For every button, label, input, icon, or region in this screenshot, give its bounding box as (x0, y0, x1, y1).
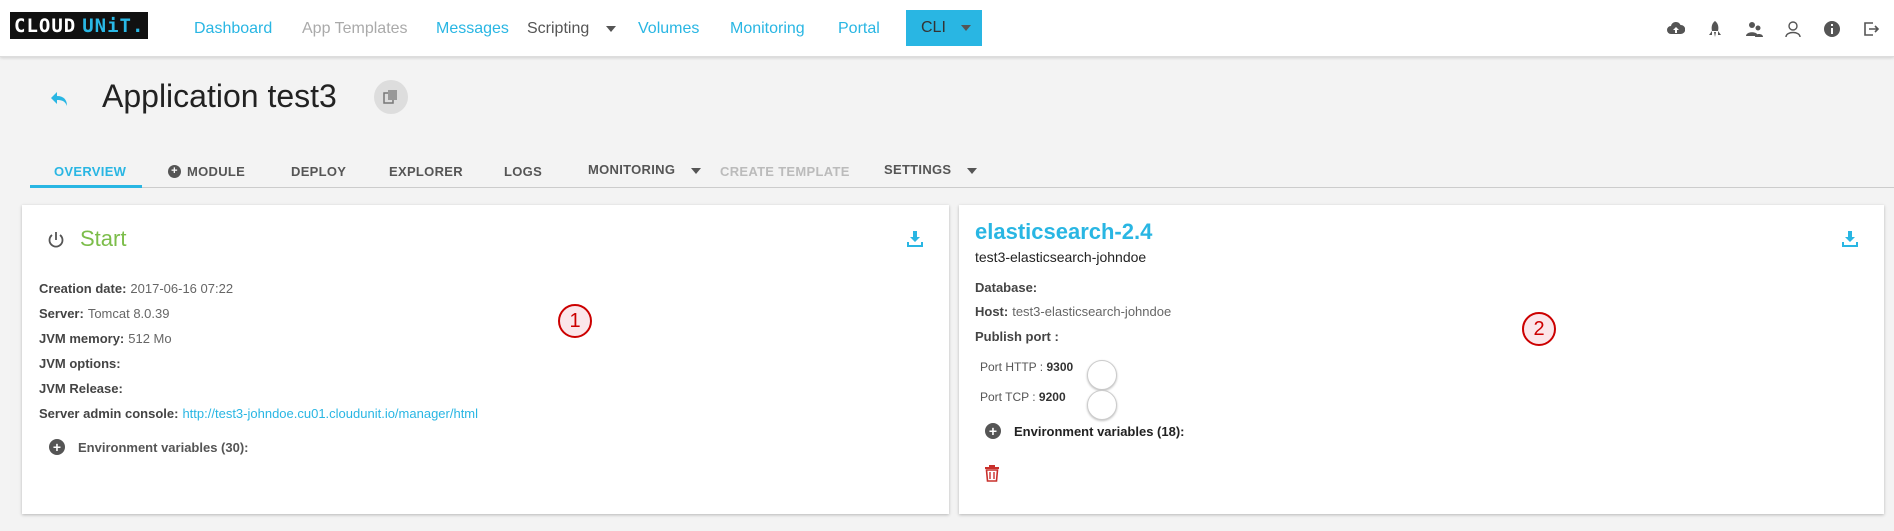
annotation-marker-1: 1 (558, 304, 592, 338)
tab-deploy[interactable]: DEPLOY (291, 164, 346, 179)
active-tab-indicator (30, 185, 142, 188)
jvm-release-row: JVM Release: (39, 381, 123, 396)
plus-circle-icon: + (168, 165, 181, 178)
cloud-upload-icon[interactable] (1667, 20, 1685, 38)
tab-module[interactable]: + MODULE (168, 164, 245, 179)
database-row: Database: (975, 280, 1038, 295)
download-icon[interactable] (906, 230, 924, 248)
info-icon[interactable] (1823, 20, 1841, 38)
server-status: Start (80, 226, 127, 251)
power-icon[interactable] (47, 231, 65, 249)
creation-date-row: Creation date: 2017-06-16 07:22 (39, 281, 234, 296)
tab-monitoring[interactable]: MONITORING (588, 162, 702, 177)
tab-settings[interactable]: SETTINGS (884, 162, 978, 177)
rocket-icon[interactable] (1706, 20, 1724, 38)
tab-bar: OVERVIEW + MODULE DEPLOY EXPLORER LOGS M… (30, 158, 1894, 188)
nav-monitoring[interactable]: Monitoring (730, 0, 805, 57)
chevron-down-icon (606, 25, 617, 32)
port-tcp-row: Port TCP : 9200 (980, 390, 1066, 404)
port-http-row: Port HTTP : 9300 (980, 360, 1074, 374)
module-container-name: test3-elasticsearch-johndoe (975, 249, 1147, 265)
publish-port-row: Publish port : (975, 329, 1059, 344)
jvm-memory-row: JVM memory: 512 Mo (39, 331, 172, 346)
users-icon[interactable] (1745, 20, 1763, 38)
admin-console-link[interactable]: http://test3-johndoe.cu01.cloudunit.io/m… (182, 406, 478, 421)
chevron-down-icon (967, 167, 978, 174)
annotation-marker-2: 2 (1522, 312, 1556, 346)
server-env-vars-toggle[interactable]: + Environment variables (30): (49, 439, 249, 455)
server-row: Server: Tomcat 8.0.39 (39, 306, 170, 321)
clone-icon (383, 90, 397, 104)
trash-icon[interactable] (984, 464, 1000, 482)
nav-portal[interactable]: Portal (838, 0, 880, 57)
nav-cli[interactable]: CLI (906, 10, 982, 46)
chevron-down-icon (960, 25, 971, 31)
tab-logs[interactable]: LOGS (504, 164, 542, 179)
host-row: Host: test3-elasticsearch-johndoe (975, 304, 1172, 319)
user-icon[interactable] (1784, 20, 1802, 38)
plus-circle-icon: + (985, 423, 1001, 439)
nav-app-templates[interactable]: App Templates (302, 0, 408, 57)
jvm-options-row: JVM options: (39, 356, 121, 371)
clone-button[interactable] (374, 80, 408, 114)
server-card (22, 205, 949, 514)
download-icon[interactable] (1841, 230, 1859, 248)
nav-scripting[interactable]: Scripting (527, 0, 617, 57)
back-arrow-icon[interactable] (48, 88, 70, 110)
tab-explorer[interactable]: EXPLORER (389, 164, 463, 179)
logout-icon[interactable] (1862, 20, 1880, 38)
tab-overview[interactable]: OVERVIEW (54, 164, 126, 179)
module-env-vars-toggle[interactable]: + Environment variables (18): (985, 423, 1185, 439)
admin-console-row: Server admin console: http://test3-johndo… (39, 406, 479, 421)
tab-create-template: CREATE TEMPLATE (720, 164, 850, 179)
nav-volumes[interactable]: Volumes (638, 0, 699, 57)
nav-messages[interactable]: Messages (436, 0, 509, 57)
plus-circle-icon: + (49, 439, 65, 455)
page-title: Application test3 (102, 78, 337, 114)
top-navbar: CLOUD UNiT. Dashboard App Templates Mess… (0, 0, 1894, 57)
port-tcp-toggle[interactable] (1087, 390, 1117, 420)
nav-dashboard[interactable]: Dashboard (194, 0, 272, 57)
cloudunit-logo[interactable]: CLOUD UNiT. (10, 12, 149, 39)
chevron-down-icon (691, 167, 702, 174)
module-name[interactable]: elasticsearch-2.4 (975, 219, 1152, 245)
port-http-toggle[interactable] (1087, 360, 1117, 390)
